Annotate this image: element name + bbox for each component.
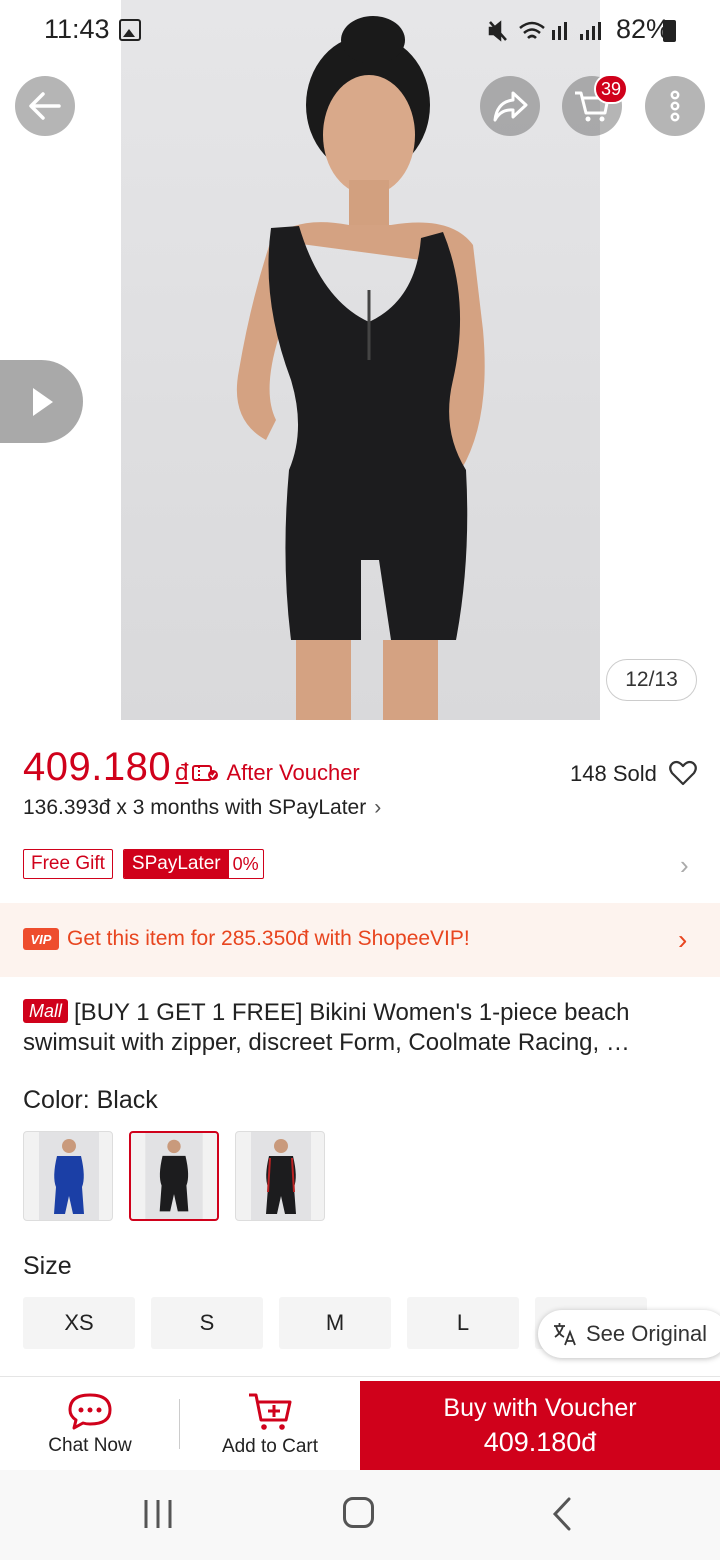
add-to-cart-button[interactable]: Add to Cart: [181, 1377, 359, 1471]
battery-percent: 82%: [615, 14, 670, 44]
spaylater-tag: SPayLater 0%: [122, 849, 264, 879]
installment-info[interactable]: 136.393đ x 3 months with SPayLater ›: [23, 796, 381, 820]
status-time: 11:43: [44, 14, 110, 44]
more-options-button[interactable]: [645, 76, 705, 136]
voucher-icon: [192, 765, 219, 781]
buy-with-voucher-button[interactable]: Buy with Voucher 409.180đ: [360, 1381, 720, 1471]
share-icon: [493, 91, 528, 122]
product-title-text: [BUY 1 GET 1 FREE] Bikini Women's 1-piec…: [23, 999, 630, 1056]
more-vertical-icon: [670, 90, 680, 122]
vip-badge-icon: VIP: [23, 928, 59, 950]
color-swatch-black-red[interactable]: [235, 1131, 325, 1221]
add-to-cart-icon: [249, 1393, 292, 1430]
status-bar: 11:43 82%: [0, 0, 720, 60]
add-to-cart-label: Add to Cart: [221, 1436, 319, 1457]
share-button[interactable]: [480, 76, 540, 136]
size-option[interactable]: M: [279, 1297, 391, 1349]
color-swatch-black[interactable]: [129, 1131, 219, 1221]
color-swatch-blue[interactable]: [23, 1131, 113, 1221]
back-button[interactable]: [15, 76, 75, 136]
spaylater-tag-label: SPayLater: [123, 850, 229, 878]
installment-text: 136.393đ x 3 months with SPayLater: [23, 796, 367, 819]
buy-button-label: Buy with Voucher: [443, 1394, 637, 1422]
play-video-button[interactable]: [0, 360, 83, 443]
promo-tags[interactable]: Free Gift SPayLater 0%: [23, 849, 264, 879]
system-navigation-bar: [0, 1470, 720, 1560]
tags-chevron-right-icon[interactable]: ›: [680, 850, 689, 881]
arrow-left-icon: [29, 92, 61, 120]
product-image-gallery[interactable]: 11:43 82% 39 12/13: [0, 0, 720, 720]
free-gift-tag: Free Gift: [23, 849, 113, 879]
nav-back-icon[interactable]: [550, 1496, 574, 1532]
price-currency: đ: [175, 759, 189, 786]
price-row: 409.180 đ After Voucher: [23, 745, 360, 789]
chat-icon: [68, 1393, 112, 1430]
chat-now-label: Chat Now: [48, 1435, 132, 1456]
chevron-right-icon: ›: [374, 796, 382, 819]
image-counter: 12/13: [606, 659, 697, 701]
gallery-notification-icon: [119, 19, 141, 41]
mall-badge: Mall: [23, 999, 69, 1023]
size-option[interactable]: L: [407, 1297, 519, 1349]
vip-offer-text: Get this item for 285.350đ with ShopeeVI…: [67, 927, 470, 950]
bottom-action-bar: Chat Now Add to Cart Buy with Voucher 40…: [0, 1376, 720, 1471]
size-label: Size: [23, 1252, 72, 1280]
size-option[interactable]: XS: [23, 1297, 135, 1349]
spaylater-tag-rate: 0%: [232, 853, 259, 874]
swatch-black-red-thumbnail: [251, 1132, 311, 1220]
after-voucher-label: After Voucher: [226, 760, 360, 785]
color-swatches: [23, 1131, 325, 1221]
bottom-divider: [179, 1399, 180, 1449]
play-icon: [32, 387, 53, 416]
swatch-blue-thumbnail: [39, 1132, 99, 1220]
sold-count: 148 Sold: [570, 761, 657, 786]
chat-now-button[interactable]: Chat Now: [0, 1377, 180, 1471]
size-option[interactable]: S: [151, 1297, 263, 1349]
swatch-black-thumbnail: [145, 1133, 203, 1219]
heart-icon[interactable]: [669, 760, 697, 786]
network-status-icons: [488, 20, 601, 42]
product-price: 409.180: [23, 745, 172, 789]
see-original-button[interactable]: See Original: [538, 1310, 720, 1358]
buy-button-price: 409.180đ: [483, 1427, 597, 1457]
recent-apps-icon[interactable]: [142, 1498, 174, 1530]
translate-icon: [554, 1323, 576, 1346]
battery-icon: [663, 20, 676, 42]
cart-count-badge: 39: [594, 74, 629, 104]
color-label: Color: Black: [23, 1086, 158, 1114]
product-title: Mall [BUY 1 GET 1 FREE] Bikini Women's 1-…: [23, 998, 703, 1058]
home-icon[interactable]: [343, 1497, 374, 1528]
vip-chevron-right-icon[interactable]: ›: [678, 924, 687, 956]
see-original-label: See Original: [586, 1321, 708, 1346]
